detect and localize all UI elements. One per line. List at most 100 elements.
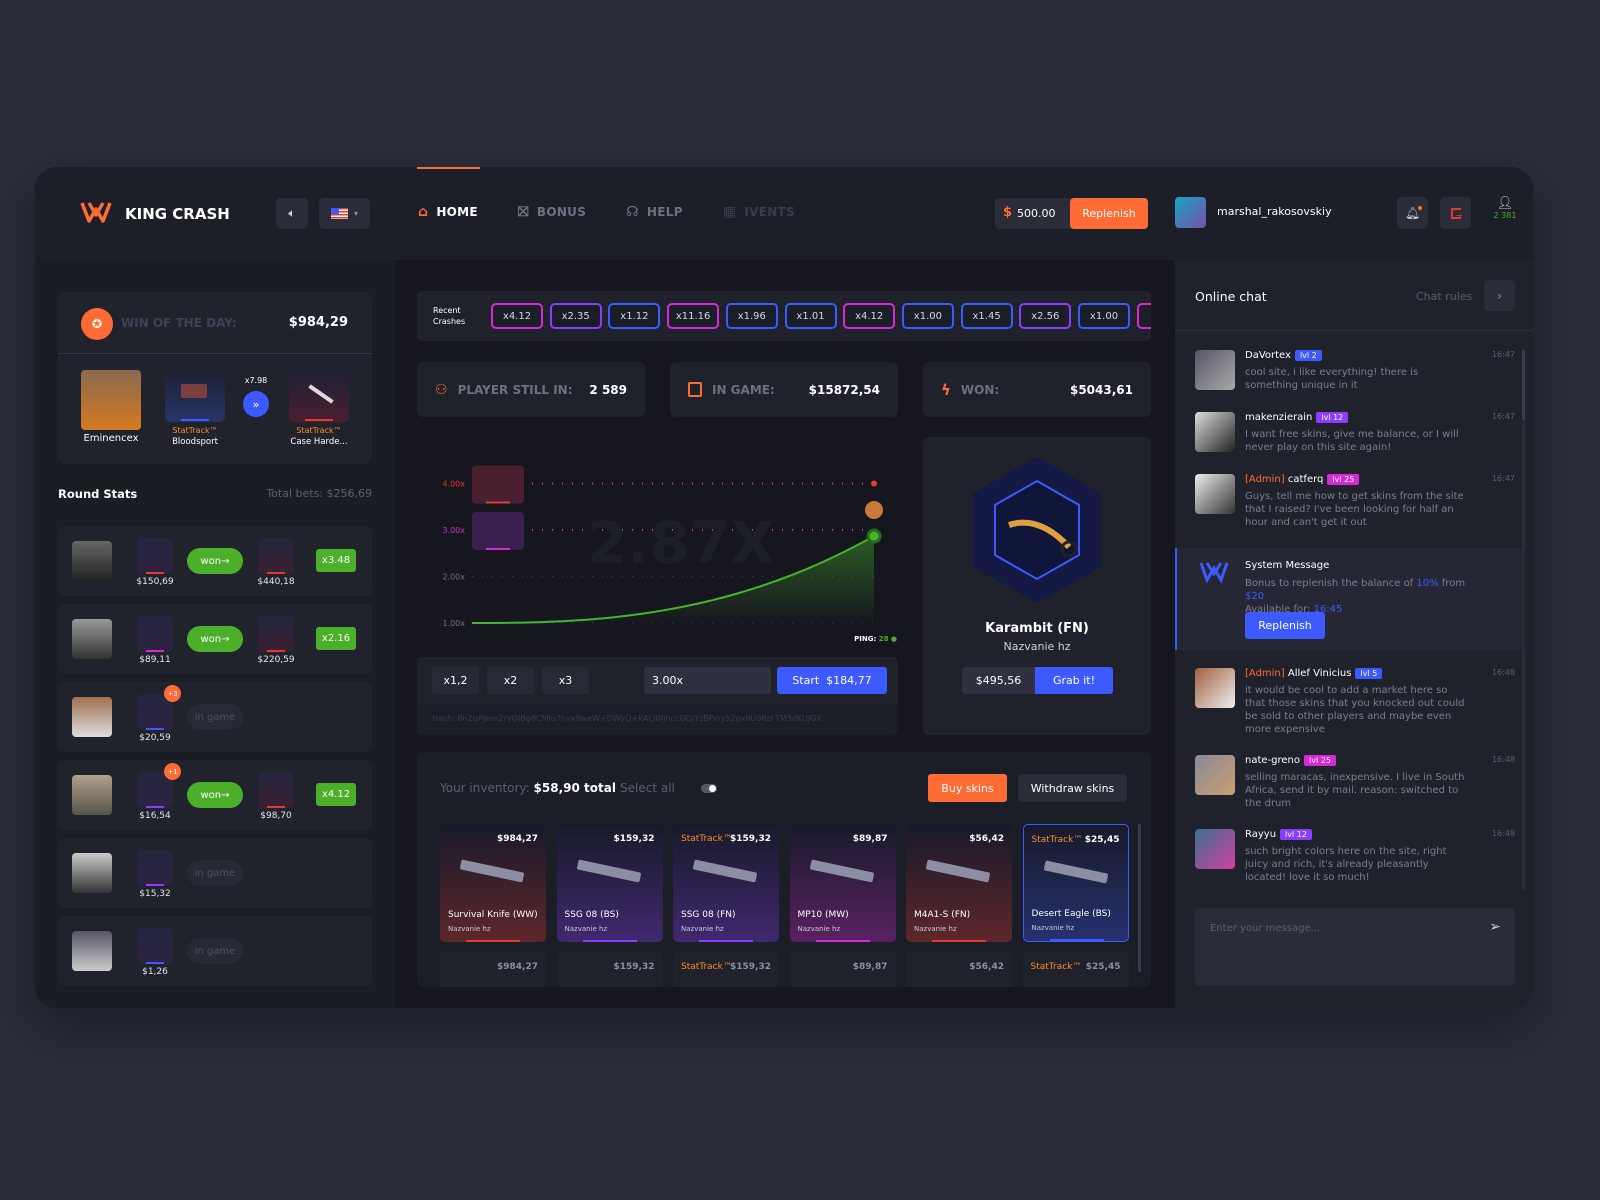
inventory-item[interactable]: $56,42 M4A1-S (FN) Nazvanie hz (906, 824, 1012, 942)
stattrack-tag: StatTrack™ (681, 962, 732, 972)
inventory-item[interactable]: StatTrack™ $159,32 (673, 952, 779, 987)
chat-avatar[interactable] (1195, 829, 1235, 869)
item-subtitle: Nazvanie hz (448, 925, 491, 933)
message-text: selling maracas, inexpensive. I live in … (1245, 772, 1465, 809)
inventory-item[interactable]: $89,87 (789, 952, 896, 987)
chat-username[interactable]: Rayyu lvl 12 (1245, 829, 1312, 840)
notifications-button[interactable]: 🔔︎ (1397, 197, 1428, 229)
inventory-item[interactable]: StatTrack™ $25,45 (1022, 952, 1129, 987)
winner-avatar[interactable] (81, 370, 141, 430)
bet-controls: x1,2 x2 x3 3.00x Start $184,77 Hash: 8hZqP… (417, 657, 898, 735)
us-flag-icon (330, 208, 348, 219)
chat-username[interactable]: DaVortex lvl 2 (1245, 350, 1322, 361)
target-marker (871, 480, 877, 487)
chat-username[interactable]: [Admin] catferq lvl 25 (1245, 474, 1360, 485)
nav-bonus[interactable]: ⛝ BONUS (518, 204, 586, 220)
inventory-scrollbar[interactable] (1138, 824, 1141, 972)
chat-scrollbar[interactable] (1522, 350, 1525, 890)
chat-avatar[interactable] (1195, 755, 1235, 795)
select-all-toggle[interactable] (701, 784, 717, 793)
inventory-item[interactable]: $984,27 Survival Knife (WW) Nazvanie hz (440, 824, 546, 942)
quick-multiplier-button[interactable]: x3 (542, 667, 589, 694)
player-avatar[interactable] (72, 775, 112, 815)
inventory-item[interactable]: StatTrack™ $159,32 SSG 08 (FN) Nazvanie hz (673, 824, 779, 942)
chat-avatar[interactable] (1195, 412, 1235, 452)
username[interactable]: marshal_rakosovskiy (1217, 205, 1332, 218)
crash-chip: x1.00 (1078, 303, 1130, 329)
round-stat-row: $15,32 in game (58, 838, 372, 908)
grab-button[interactable]: Grab it! (1035, 667, 1113, 694)
weapon-image (1043, 860, 1108, 884)
crash-chip: x2.35 (549, 303, 602, 329)
buy-skins-button[interactable]: Buy skins (928, 774, 1007, 802)
sound-button[interactable]: 🔈︎ (276, 198, 308, 229)
player-avatar[interactable] (72, 619, 112, 659)
chat-collapse-button[interactable]: › (1484, 280, 1515, 311)
chat-input[interactable]: Enter your message... ➢ (1195, 908, 1515, 986)
players-stat: ⚇ PLAYER STILL IN: 2 589 (417, 362, 645, 417)
inventory-item[interactable]: $56,42 (906, 952, 1012, 987)
chat-avatar[interactable] (1195, 668, 1235, 708)
inventory-item[interactable]: $159,32 SSG 08 (BS) Nazvanie hz (556, 824, 663, 942)
system-text: Bonus to replenish the balance of 10% fr… (1245, 578, 1466, 615)
start-button[interactable]: Start $184,77 (777, 667, 887, 694)
user-avatar[interactable] (1175, 197, 1206, 228)
chat-username[interactable]: [Admin] Allef Vinicius lvl 5 (1245, 668, 1383, 679)
logout-button[interactable]: → (1440, 197, 1471, 229)
quick-multiplier-button[interactable]: x1,2 (432, 667, 479, 694)
dollar-icon: $ (1003, 205, 1013, 220)
crash-chip: x2.56 (1019, 303, 1072, 329)
extra-items-badge: +1 (164, 763, 181, 780)
quick-multiplier-button[interactable]: x2 (487, 667, 534, 694)
inventory-item[interactable]: $89,87 MP10 (MW) Nazvanie hz (789, 824, 896, 942)
game-hash: Hash: 8hZqPJem2rVOJBg8CMlu7hyx9weW+DWyQ+… (417, 704, 898, 735)
chat-avatar[interactable] (1195, 350, 1235, 390)
multiplier-badge: x3.48 (316, 549, 356, 572)
message-time: 16:48 (1491, 668, 1515, 677)
win-multiplier: x7.98 (244, 376, 268, 385)
item-price: $56,42 (969, 962, 1004, 972)
system-replenish-button[interactable]: Replenish (1245, 612, 1325, 639)
status-label: won (200, 633, 222, 645)
nav-ivents[interactable]: ▦ IVENTS (723, 204, 795, 220)
message-text: I want free skins, give me balance, or I… (1245, 429, 1459, 453)
language-select[interactable]: ▾ (319, 198, 370, 229)
auto-cashout-input[interactable]: 3.00x (644, 667, 771, 694)
stattrack-tag: StatTrack™ (1031, 835, 1083, 845)
crash-chip: x1.00 (901, 303, 954, 329)
message-time: 16:47 (1491, 412, 1515, 421)
inventory-item[interactable]: StatTrack™ $25,45 Desert Eagle (BS) Nazvani… (1022, 824, 1129, 942)
item-price: $56,42 (969, 834, 1004, 844)
send-icon[interactable]: ➢ (1489, 919, 1501, 935)
chat-username[interactable]: nate-greno lvl 25 (1245, 755, 1336, 766)
bet-amount: $1,26 (142, 967, 168, 977)
nav-help[interactable]: ☊ HELP (626, 204, 683, 220)
player-avatar[interactable] (72, 697, 112, 737)
level-badge: lvl 12 (1280, 829, 1312, 840)
online-users: 👤︎ 2 381 (1491, 197, 1519, 221)
bet-item-tag: StatTrack™ (172, 426, 218, 435)
inventory-item[interactable]: $984,27 (440, 952, 546, 987)
in-game-value: $15872,54 (808, 382, 880, 397)
chat-rules-link[interactable]: Chat rules (1416, 290, 1472, 303)
round-stat-row: $1,26 in game (58, 916, 372, 986)
nav-home[interactable]: ⌂ HOME (418, 204, 478, 220)
player-avatar[interactable] (72, 541, 112, 581)
player-avatar[interactable] (72, 853, 112, 893)
chat-username[interactable]: makenzierain lvl 12 (1245, 412, 1349, 423)
level-badge: lvl 25 (1327, 474, 1360, 485)
username: Rayyu (1245, 829, 1277, 840)
prize-subtitle: Nazvanie hz (1003, 640, 1071, 653)
rarity-bar (932, 940, 986, 942)
item-subtitle: Nazvanie hz (564, 925, 608, 933)
multiplier-badge: x4.12 (316, 783, 356, 806)
chat-avatar[interactable] (1195, 474, 1235, 514)
replenish-button[interactable]: Replenish (1070, 198, 1148, 229)
player-avatar[interactable] (72, 931, 112, 971)
item-price: $89,87 (852, 834, 888, 844)
inventory-item[interactable]: $159,32 (556, 952, 663, 987)
bet-amount: $89,11 (139, 655, 171, 665)
logout-icon: → (1450, 207, 1462, 219)
item-price: $159,32 (613, 962, 655, 972)
withdraw-skins-button[interactable]: Withdraw skins (1018, 774, 1127, 802)
